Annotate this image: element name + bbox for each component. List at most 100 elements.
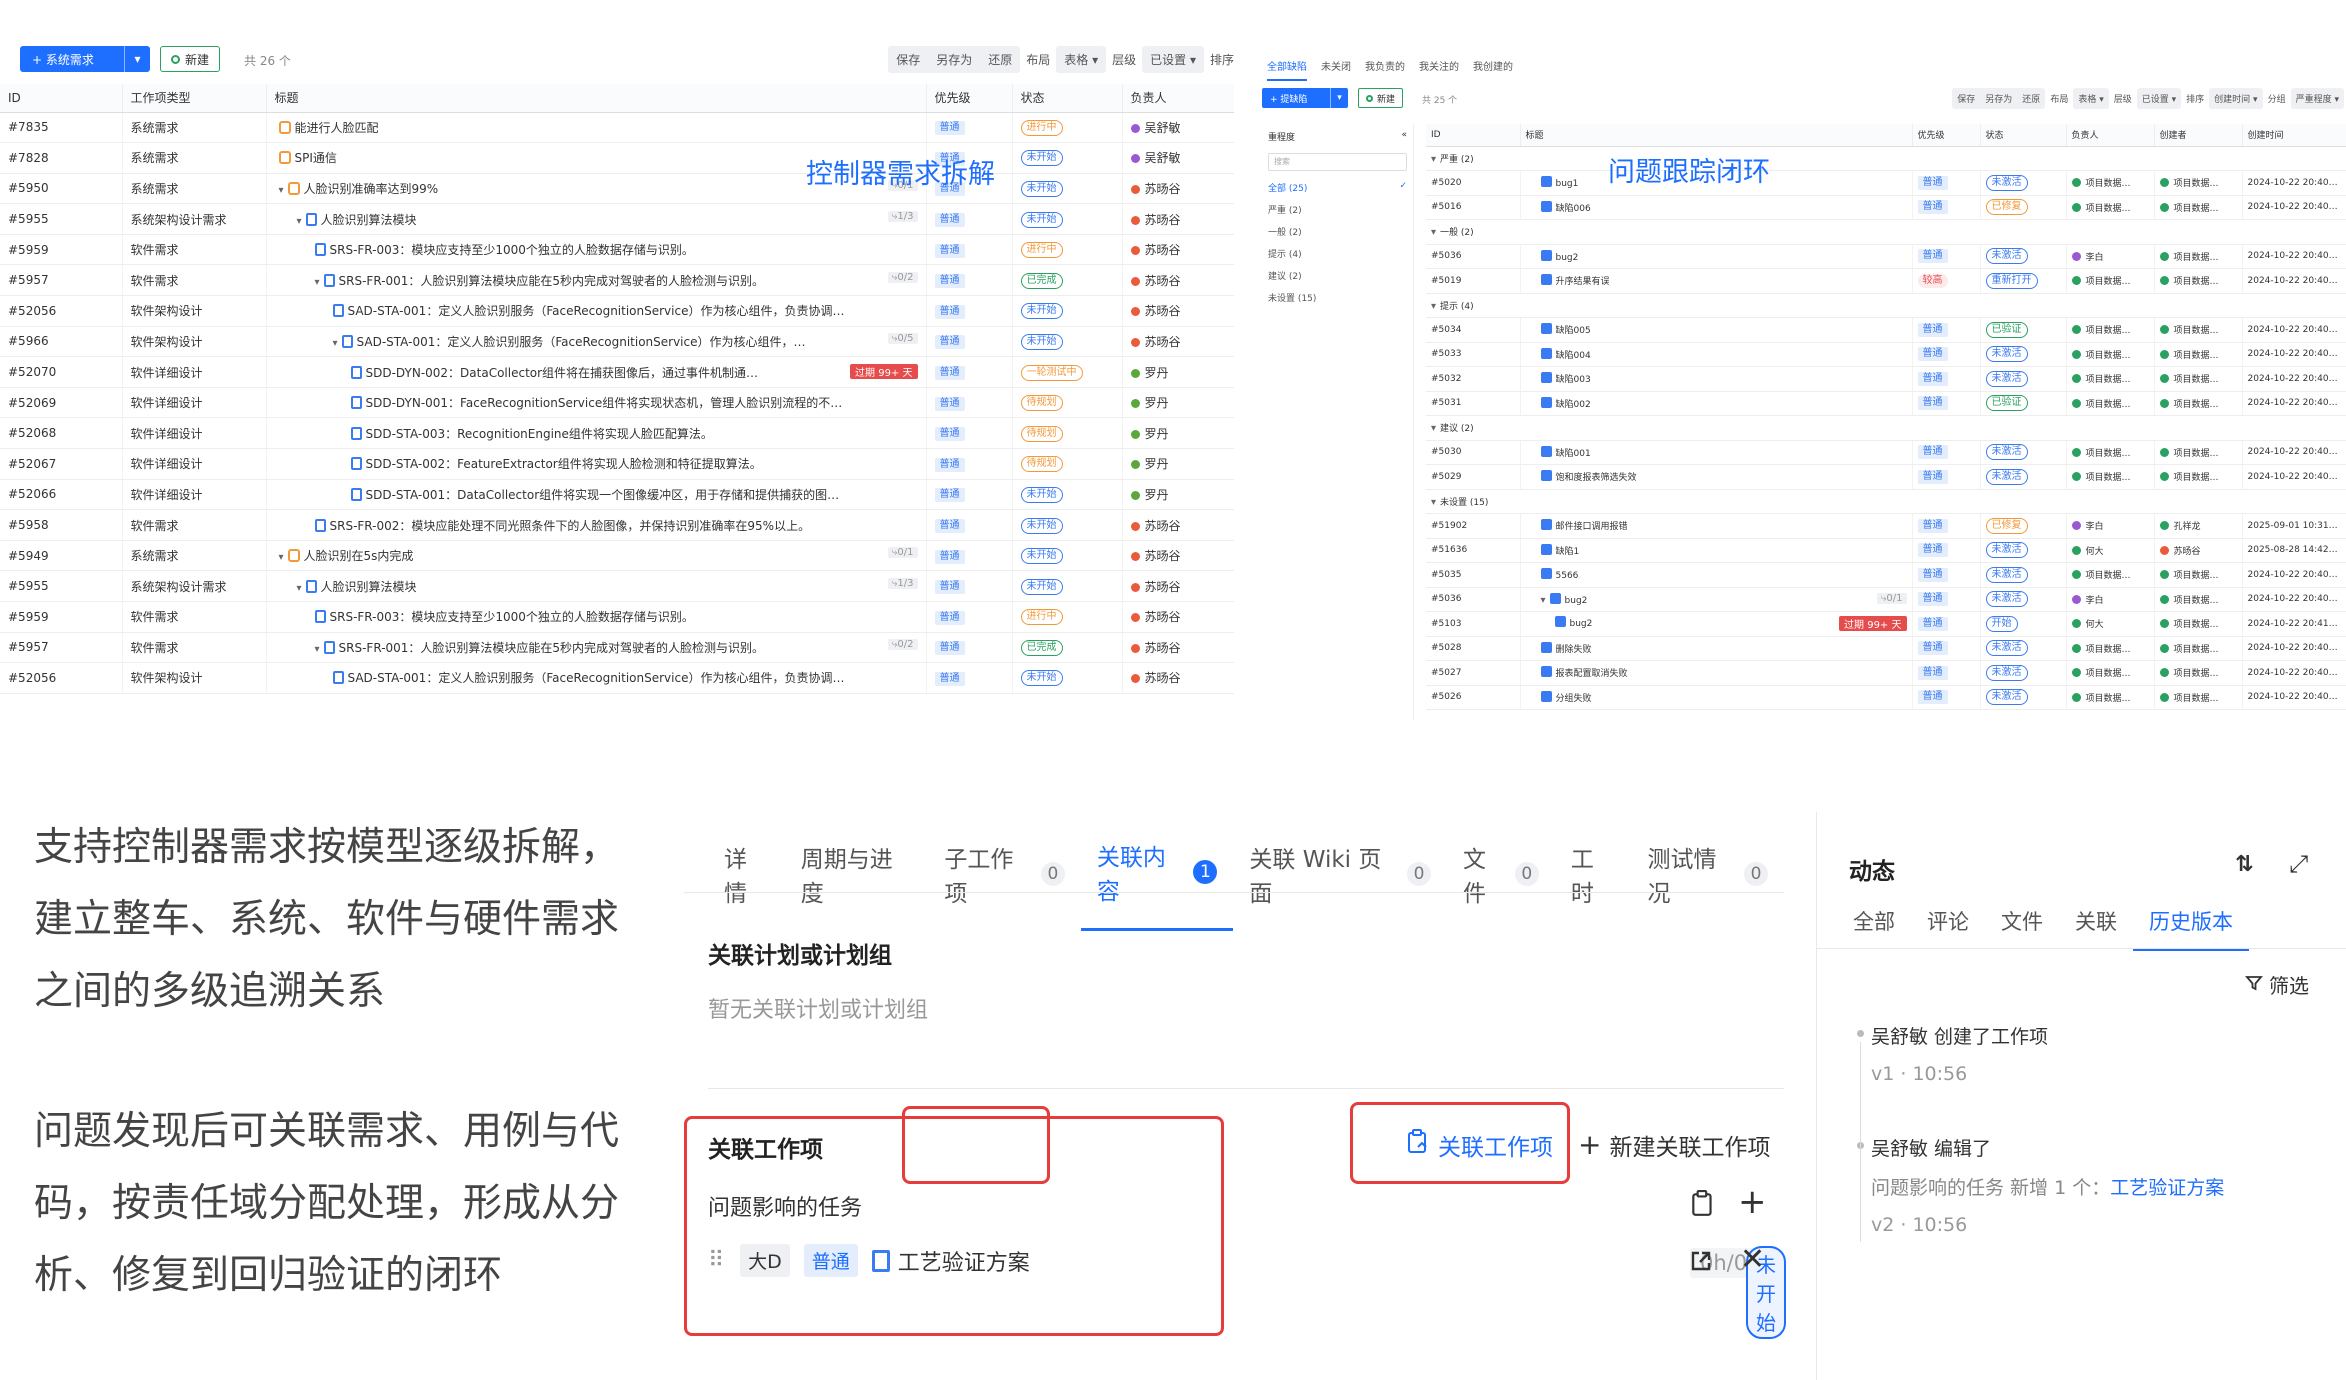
- table-row[interactable]: #52066 软件详细设计 SDD-STA-001：DataCollector组件将…: [0, 479, 1234, 511]
- activity-tab-4[interactable]: 历史版本: [2133, 898, 2249, 951]
- restore-button[interactable]: 还原: [2017, 88, 2045, 109]
- status-badge[interactable]: 未激活: [1985, 468, 2028, 485]
- cell-title[interactable]: 饱和度报表筛选失效: [1520, 464, 1913, 490]
- column-header[interactable]: 负责人: [2066, 124, 2155, 147]
- table-row[interactable]: #52067 软件详细设计 SDD-STA-002：FeatureExtractor…: [0, 448, 1234, 480]
- table-row[interactable]: #5036 bug2 普通 未激活 李白 项目数据… 2024-10-22 20:40…: [1426, 244, 2346, 269]
- cell-creator[interactable]: 项目数据…: [2154, 317, 2243, 343]
- cell-creator[interactable]: 项目数据…: [2154, 440, 2243, 465]
- cell-owner[interactable]: 项目数据…: [2066, 440, 2155, 465]
- chevron-down-icon[interactable]: ▾: [124, 46, 150, 72]
- table-row[interactable]: #51636 缺陷1 普通 未激活 何大 苏旸谷 2025-08-28 14:42…: [1426, 538, 2346, 563]
- status-badge[interactable]: 未开始: [1020, 548, 1063, 565]
- status-badge[interactable]: 未激活: [1985, 689, 2028, 706]
- layout-select[interactable]: 表格 ▾: [2073, 88, 2109, 109]
- table-row[interactable]: #7828 系统需求 SPI通信 普通 未开始 吴舒敏: [0, 142, 1234, 174]
- cell-owner[interactable]: 苏旸谷: [1122, 570, 1234, 602]
- status-badge[interactable]: 未开始: [1020, 486, 1063, 503]
- bug-title[interactable]: 升序结果有误: [1556, 277, 1610, 287]
- tab-2[interactable]: 子工作项 0: [928, 812, 1080, 931]
- cell-owner[interactable]: 苏旸谷: [1122, 540, 1234, 572]
- cell-owner[interactable]: 罗丹: [1122, 448, 1234, 480]
- chevron-down-icon[interactable]: ▾: [279, 552, 284, 563]
- table-row[interactable]: #5958 软件需求 SRS-FR-002：模块应能处理不同光照条件下的人脸图像，并…: [0, 509, 1234, 541]
- chevron-down-icon[interactable]: ▾: [333, 338, 338, 349]
- save-as-button[interactable]: 另存为: [1980, 88, 2017, 109]
- column-header[interactable]: 创建者: [2154, 124, 2243, 147]
- cell-title[interactable]: SDD-STA-002：FeatureExtractor组件将实现人脸检测和特征…: [266, 448, 927, 480]
- table-row[interactable]: #52056 软件架构设计 SAD-STA-001：定义人脸识别服务（FaceRec…: [0, 662, 1234, 694]
- cell-title[interactable]: SRS-FR-002：模块应能处理不同光照条件下的人脸图像，并保持识别准确率在9…: [266, 509, 927, 541]
- cell-creator[interactable]: 项目数据…: [2154, 587, 2243, 612]
- status-badge[interactable]: 未激活: [1985, 542, 2028, 559]
- status-badge[interactable]: 已修复: [1985, 517, 2028, 534]
- cell-owner[interactable]: 吴舒敏: [1122, 112, 1234, 144]
- activity-detail-link[interactable]: 工艺验证方案: [2110, 1177, 2224, 1199]
- bug-title[interactable]: 分组失败: [1556, 694, 1592, 704]
- cell-title[interactable]: SRS-FR-003：模块应支持至少1000个独立的人脸数据存储与识别。: [266, 234, 927, 266]
- table-row[interactable]: #5036 ⤷0/1 ▾ bug2 普通 未激活 李白 项目数据… 2024-10-22 20:…: [1426, 587, 2346, 612]
- cell-title[interactable]: 过期 99+ 天 SDD-DYN-002：DataCollector组件将在捕获图…: [266, 356, 927, 388]
- cell-title[interactable]: 缺陷002: [1520, 391, 1913, 416]
- column-header[interactable]: 状态: [1012, 84, 1123, 113]
- level-select[interactable]: 已设置 ▾: [1142, 46, 1204, 73]
- item-title[interactable]: SRS-FR-003：模块应支持至少1000个独立的人脸数据存储与识别。: [330, 243, 694, 257]
- column-header[interactable]: ID: [0, 84, 123, 113]
- table-row[interactable]: #5957 软件需求 ⤷0/2 ▾ SRS-FR-001：人脸识别算法模块应能在5秒内完…: [0, 264, 1234, 297]
- item-title[interactable]: SDD-DYN-002：DataCollector组件将在捕获图像后，通过事件机…: [366, 366, 759, 380]
- cell-creator[interactable]: 项目数据…: [2154, 611, 2243, 637]
- bug-title[interactable]: 饱和度报表筛选失效: [1556, 473, 1637, 483]
- remove-icon[interactable]: ✕: [1740, 1242, 1765, 1277]
- severity-filter-item[interactable]: 一般 (2): [1262, 221, 1413, 243]
- chevron-down-icon[interactable]: ▾: [1541, 595, 1546, 606]
- item-title[interactable]: SAD-STA-001：定义人脸识别服务（FaceRecognitionServ…: [348, 304, 845, 318]
- cell-title[interactable]: 过期 99+ 天 bug2: [1520, 611, 1913, 637]
- bug-title[interactable]: bug2: [1556, 253, 1579, 263]
- cell-creator[interactable]: 项目数据…: [2154, 660, 2243, 686]
- sidebar-search-input[interactable]: 搜索: [1268, 153, 1407, 171]
- cell-owner[interactable]: 苏旸谷: [1122, 509, 1234, 541]
- cell-title[interactable]: 缺陷004: [1520, 342, 1913, 367]
- tab-4[interactable]: 关联 Wiki 页面 0: [1233, 812, 1447, 931]
- cell-title[interactable]: ⤷1/3 ▾ 人脸识别算法模块: [266, 203, 927, 235]
- status-badge[interactable]: 待规划: [1020, 395, 1063, 412]
- bug-title[interactable]: 缺陷005: [1556, 326, 1591, 336]
- status-badge[interactable]: 未开始: [1020, 517, 1063, 534]
- status-badge[interactable]: 未激活: [1985, 664, 2028, 681]
- status-badge[interactable]: 已完成: [1020, 639, 1063, 656]
- add-system-requirement-button[interactable]: + 系统需求 ▾: [20, 46, 150, 72]
- cell-creator[interactable]: 项目数据…: [2154, 342, 2243, 367]
- cell-title[interactable]: 报表配置取消失败: [1520, 660, 1913, 686]
- cell-owner[interactable]: 项目数据…: [2066, 342, 2155, 367]
- table-row[interactable]: #52056 软件架构设计 SAD-STA-001：定义人脸识别服务（FaceRec…: [0, 295, 1234, 327]
- table-row[interactable]: #5957 软件需求 ⤷0/2 ▾ SRS-FR-001：人脸识别算法模块应能在5秒内完…: [0, 632, 1234, 664]
- table-row[interactable]: #5034 缺陷005 普通 已验证 项目数据… 项目数据… 2024-10-22 20:4…: [1426, 317, 2346, 343]
- cell-owner[interactable]: 苏旸谷: [1122, 601, 1234, 633]
- cell-title[interactable]: SDD-STA-001：DataCollector组件将实现一个图像缓冲区，用于…: [266, 479, 927, 511]
- cell-owner[interactable]: 何大: [2066, 611, 2155, 637]
- cell-title[interactable]: 邮件接口调用报错: [1520, 513, 1913, 539]
- table-row[interactable]: #5029 饱和度报表筛选失效 普通 未激活 项目数据… 项目数据… 2024-10-22 …: [1426, 464, 2346, 490]
- cell-title[interactable]: ⤷0/2 ▾ SRS-FR-001：人脸识别算法模块应能在5秒内完成对驾驶者的人脸检…: [266, 264, 927, 297]
- cell-owner[interactable]: 苏旸谷: [1122, 234, 1234, 266]
- sort-select[interactable]: 创建时间 ▾: [2209, 88, 2263, 109]
- severity-filter-item[interactable]: 严重 (2): [1262, 199, 1413, 221]
- status-badge[interactable]: 未激活: [1985, 346, 2028, 363]
- cell-owner[interactable]: 项目数据…: [2066, 562, 2155, 588]
- bug-title[interactable]: 缺陷006: [1556, 204, 1591, 214]
- cell-owner[interactable]: 苏旸谷: [1122, 173, 1234, 205]
- bug-title[interactable]: bug2: [1565, 596, 1588, 606]
- item-title[interactable]: 人脸识别算法模块: [321, 580, 417, 594]
- table-row[interactable]: #52070 软件详细设计 过期 99+ 天 SDD-DYN-002：DataColl…: [0, 356, 1234, 388]
- status-badge[interactable]: 未开始: [1020, 150, 1063, 167]
- item-title[interactable]: SAD-STA-001：定义人脸识别服务（FaceRecognitionServ…: [357, 335, 806, 349]
- table-row[interactable]: #5955 系统架构设计需求 ⤷1/3 ▾ 人脸识别算法模块 普通 未开始 苏旸谷: [0, 570, 1234, 602]
- save-view-button[interactable]: 保存: [888, 46, 928, 73]
- cell-owner[interactable]: 吴舒敏: [1122, 142, 1234, 174]
- cell-owner[interactable]: 苏旸谷: [1122, 326, 1234, 358]
- bug-title[interactable]: bug2: [1570, 619, 1593, 629]
- report-bug-button[interactable]: + 提缺陷 ▾: [1262, 88, 1348, 108]
- status-badge[interactable]: 未激活: [1985, 248, 2028, 265]
- status-badge[interactable]: 进行中: [1020, 242, 1063, 259]
- table-row[interactable]: #5016 缺陷006 普通 已修复 项目数据… 项目数据… 2024-10-22 20:4…: [1426, 195, 2346, 220]
